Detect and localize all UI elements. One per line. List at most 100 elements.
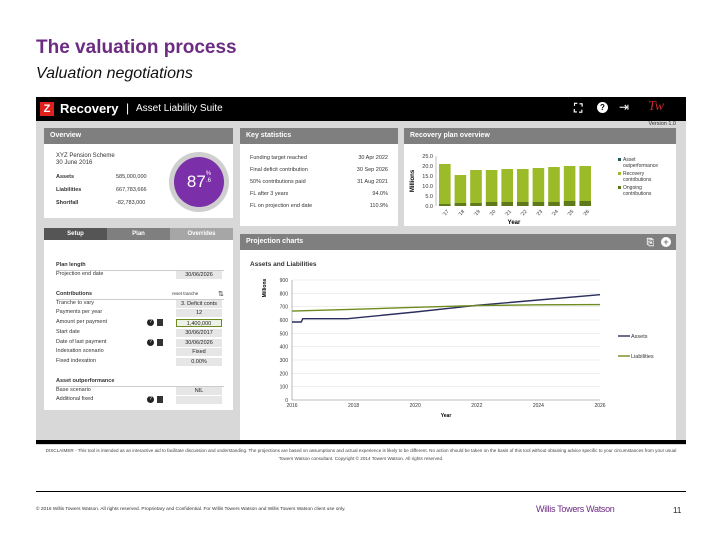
bar-recovery-contributions (454, 175, 467, 203)
bar-ongoing-contributions (548, 202, 560, 206)
legend-label: contributions (623, 177, 652, 183)
x-tick-label: '18 (457, 209, 466, 218)
app-name: Recovery (60, 101, 119, 116)
bar-ongoing-contributions (485, 202, 498, 206)
bar-recovery-contributions (579, 166, 591, 201)
legend-swatch (618, 186, 621, 189)
tab-plan[interactable]: Plan (107, 228, 170, 240)
x-tick-label: '17 (442, 209, 451, 218)
calculator-icon[interactable] (157, 319, 163, 327)
tab-setup[interactable]: Setup (44, 228, 107, 240)
calculator-icon[interactable] (157, 396, 163, 404)
legend-swatch (618, 158, 621, 161)
reset-tranche-link[interactable]: reset tranche (172, 291, 198, 296)
legend-label: contributions (623, 191, 652, 197)
slide-subtitle: Valuation negotiations (36, 65, 193, 82)
x-tick-label: '22 (520, 209, 529, 218)
plan-field-value[interactable]: 3. Deficit conts (176, 299, 222, 308)
tab-overrides[interactable]: Overrides (170, 228, 233, 240)
plan-field-label: Projection end date (56, 271, 104, 277)
key-stat-value: 30 Apr 2022 (358, 155, 388, 161)
y-tick-label: 800 (280, 291, 289, 297)
x-tick-label: '23 (535, 209, 544, 218)
x-tick-label: 2016 (286, 403, 297, 409)
copy-icon[interactable]: ⎘ (647, 237, 654, 248)
bar-recovery-contributions (485, 170, 498, 202)
overview-header: Overview (44, 128, 233, 144)
recovery-plan-header: Recovery plan overview (404, 128, 676, 144)
overview-panel: Overview XYZ Pension Scheme 30 June 2016… (44, 128, 233, 218)
y-tick-label: 300 (280, 358, 289, 364)
bar-ongoing-contributions (517, 202, 529, 206)
legend-label: Assets (631, 334, 648, 340)
x-tick-label: 2026 (594, 403, 605, 409)
y-tick-label: 20.0 (422, 164, 433, 170)
help-icon[interactable]: ? (147, 396, 154, 404)
x-tick-label: '24 (551, 209, 560, 218)
x-tick-label: 2024 (533, 403, 544, 409)
x-tick-label: '21 (504, 209, 513, 218)
help-icon[interactable]: ? (147, 338, 154, 346)
y-tick-label: 5.0 (425, 194, 433, 200)
bar-ongoing-contributions (579, 201, 591, 206)
plan-field-label: Start date (56, 328, 80, 335)
bar-ongoing-contributions (501, 202, 513, 206)
y-tick-label: 10.0 (422, 184, 433, 190)
recovery-bar-chart: 25.0 20.0 15.0 10.0 5.0 0.0 Millions '17 '18 '19 '… (410, 154, 658, 226)
key-stat-label: Funding target reached (250, 155, 307, 161)
plan-field-value[interactable]: Fixed (176, 348, 222, 357)
key-stat-value: 94.0% (372, 191, 388, 197)
plan-field-value[interactable]: 30/06/2017 (176, 328, 222, 337)
version-label: Version 1.0 (648, 121, 676, 127)
bar-ongoing-contributions (563, 201, 576, 206)
legend-label: Liabilities (631, 354, 654, 360)
projection-header: Projection charts ⎘ + (240, 234, 676, 250)
reset-icon[interactable]: ⇅ (218, 290, 224, 298)
x-tick-label: 2022 (471, 403, 482, 409)
legend-swatch (618, 172, 621, 175)
help-icon[interactable]: ? (147, 319, 154, 327)
disclaimer-bar (36, 440, 686, 444)
y-tick-label: 400 (280, 345, 289, 351)
plan-field-label: Payments per year (56, 309, 103, 316)
plan-field-value[interactable]: 30/06/2026 (176, 271, 222, 279)
plan-field-label: Indexation scenario (56, 348, 104, 355)
bar-ongoing-contributions (454, 203, 467, 206)
y-tick-label: 200 (280, 371, 289, 377)
key-stat-label: Final deficit contribution (250, 167, 308, 173)
plan-field-value[interactable] (176, 396, 222, 405)
y-tick-label: 100 (280, 385, 289, 391)
key-stat-value: 110.9% (369, 203, 388, 209)
y-tick-label: 600 (280, 318, 289, 324)
plan-field-value[interactable]: 1,400,000 (176, 319, 222, 328)
plan-field-value[interactable]: NIL (176, 386, 222, 395)
x-tick-label: 2020 (410, 403, 421, 409)
plan-field-label: Fixed indexation (56, 357, 97, 364)
plan-field-value[interactable]: 30/06/2026 (176, 338, 222, 347)
fullscreen-icon[interactable]: ⛶ (574, 101, 582, 116)
bar-ongoing-contributions (470, 203, 482, 206)
section-title: Plan length (56, 262, 86, 268)
plan-field-label: Amount per payment (56, 319, 108, 326)
footer-rule (36, 491, 686, 492)
bar-ongoing-contributions (439, 204, 451, 206)
bar-recovery-contributions (548, 167, 560, 202)
add-icon[interactable]: + (661, 237, 671, 247)
y-axis-label: Millions (410, 169, 416, 192)
y-tick-label: 700 (280, 305, 289, 311)
plan-field-value[interactable]: 12 (176, 309, 222, 318)
y-tick-label: 25.0 (422, 154, 433, 160)
x-tick-label: '20 (488, 209, 497, 218)
plan-field-value[interactable]: 0.00% (176, 357, 222, 366)
bar-recovery-contributions (517, 169, 529, 202)
funding-decimal: .6 (205, 178, 211, 184)
funding-pct: % (205, 171, 212, 177)
calculator-icon[interactable] (157, 338, 163, 346)
logo-icon: Tw (648, 99, 665, 114)
scheme-name: XYZ Pension Scheme (56, 153, 115, 159)
logout-icon[interactable]: ⇥ (619, 100, 629, 114)
app-screenshot: Z Recovery | Asset Liability Suite ⛶ ? ⇥… (36, 97, 686, 465)
key-statistics-header: Key statistics (240, 128, 398, 144)
help-icon[interactable]: ? (597, 102, 608, 113)
x-tick-label: 2018 (348, 403, 359, 409)
